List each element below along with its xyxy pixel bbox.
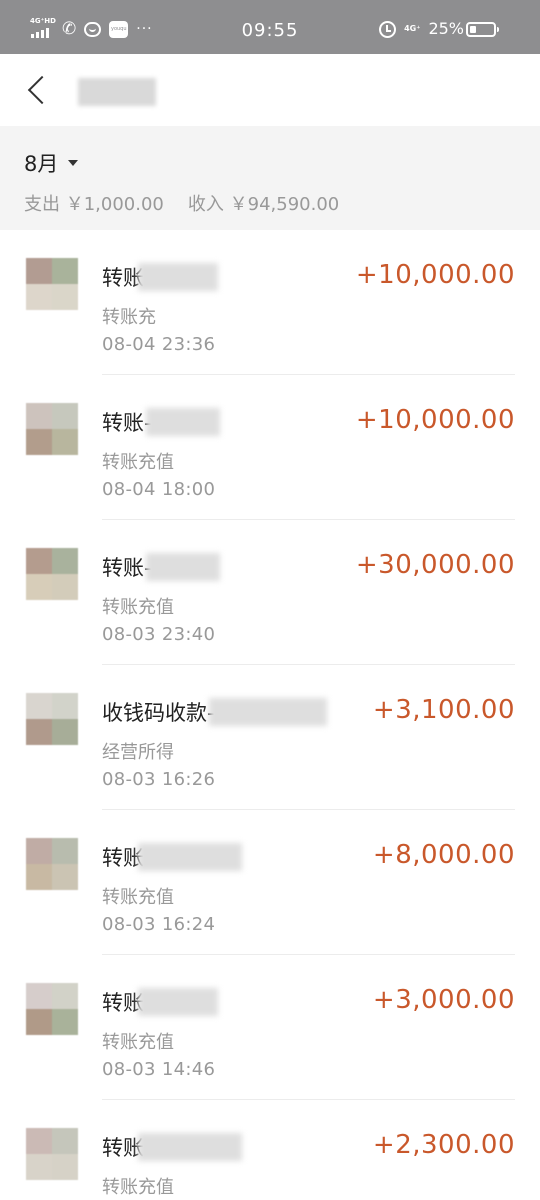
transaction-subtitle: 转账充值 xyxy=(102,887,174,908)
transaction-subtitle: 转账充值 xyxy=(102,452,174,473)
transaction-time: 08-03 16:26 xyxy=(102,769,216,790)
page-title-blurred xyxy=(78,78,156,106)
totals: 支出 ￥1,000.00 收入 ￥94,590.00 xyxy=(24,190,339,216)
transaction-title-line: 转账 xyxy=(102,842,242,872)
transaction-title-line: 转账- xyxy=(102,552,220,582)
transaction-time: 08-04 23:36 xyxy=(102,334,216,355)
avatar xyxy=(26,983,78,1035)
transaction-time: 08-03 14:46 xyxy=(102,1059,216,1080)
transaction-row[interactable]: 转账转账充 08-04 23:36 +10,000.00 xyxy=(0,230,540,375)
transaction-amount: +10,000.00 xyxy=(355,260,515,290)
avatar xyxy=(26,1128,78,1180)
transaction-row[interactable]: 收钱码收款- 经营所得 08-03 16:26 +3,100.00 xyxy=(0,665,540,810)
transaction-time: 08-03 23:40 xyxy=(102,624,216,645)
transaction-amount: +8,000.00 xyxy=(372,840,515,870)
transaction-list: 转账 转账充 08-04 23:36 +10,000.00 转账- 转账充值 08-04 1… xyxy=(0,230,540,1200)
transaction-title-line: 转账 xyxy=(102,987,218,1017)
transaction-row[interactable]: 转账转账充值 +2,300.00 xyxy=(0,1100,540,1200)
transaction-title-line: 转账 xyxy=(102,1132,242,1162)
blurred-name xyxy=(208,698,327,726)
transaction-subtitle: 转账充值 xyxy=(102,1177,174,1198)
chevron-left-icon xyxy=(27,75,57,105)
blurred-name xyxy=(145,553,220,581)
transaction-title-line: 收钱码收款- xyxy=(102,697,327,727)
caret-down-icon xyxy=(68,160,79,166)
transaction-row[interactable]: 转账- 转账充值 08-03 23:40 +30,000.00 xyxy=(0,520,540,665)
transaction-time: 08-04 18:00 xyxy=(102,479,216,500)
transaction-title-line: 转账- xyxy=(102,407,220,437)
avatar xyxy=(26,693,78,745)
network-label-right: 4G⁺ xyxy=(404,24,421,33)
back-button[interactable] xyxy=(20,70,57,110)
alarm-icon xyxy=(379,20,397,38)
month-summary: 8月 支出 ￥1,000.00 收入 ￥94,590.00 xyxy=(0,126,540,230)
blurred-name xyxy=(138,843,242,871)
transaction-title-line: 转账 xyxy=(102,262,218,292)
month-picker[interactable]: 8月 xyxy=(24,148,79,178)
expense-total: 支出 ￥1,000.00 xyxy=(24,194,164,215)
transaction-title: 收钱码收款- xyxy=(102,701,215,725)
transaction-amount: +3,000.00 xyxy=(372,985,515,1015)
transaction-row[interactable]: 转账转账充值 08-03 14:46 +3,000.00 xyxy=(0,955,540,1100)
status-bar: 4G⁺HD ✆ youqu ··· 09:55 4G⁺ 25% xyxy=(0,0,540,54)
battery-percent: 25% xyxy=(428,19,464,38)
income-total: 收入 ￥94,590.00 xyxy=(187,194,340,215)
blurred-name xyxy=(145,408,220,436)
transaction-subtitle: 转账充 xyxy=(102,307,156,328)
transaction-amount: +2,300.00 xyxy=(372,1130,515,1160)
blurred-name xyxy=(138,263,218,291)
transaction-title: 转账- xyxy=(102,411,152,435)
transaction-amount: +3,100.00 xyxy=(372,695,515,725)
transaction-row[interactable]: 转账转账充值 08-03 16:24 +8,000.00 xyxy=(0,810,540,955)
transaction-subtitle: 转账充值 xyxy=(102,597,174,618)
battery-fill xyxy=(470,26,476,33)
transaction-amount: +30,000.00 xyxy=(355,550,515,580)
avatar xyxy=(26,258,78,310)
status-bar-right: 4G⁺ 25% xyxy=(379,18,464,40)
transaction-subtitle: 转账充值 xyxy=(102,1032,174,1053)
avatar xyxy=(26,838,78,890)
avatar xyxy=(26,548,78,600)
transaction-amount: +10,000.00 xyxy=(355,405,515,435)
blurred-name xyxy=(138,1133,242,1161)
nav-bar xyxy=(0,54,540,126)
battery-icon xyxy=(466,22,499,37)
month-label: 8月 xyxy=(24,152,59,176)
avatar xyxy=(26,403,78,455)
transaction-title: 转账- xyxy=(102,556,152,580)
transaction-row[interactable]: 转账- 转账充值 08-04 18:00 +10,000.00 xyxy=(0,375,540,520)
blurred-name xyxy=(138,988,218,1016)
transaction-subtitle: 经营所得 xyxy=(102,742,174,763)
transaction-time: 08-03 16:24 xyxy=(102,914,216,935)
